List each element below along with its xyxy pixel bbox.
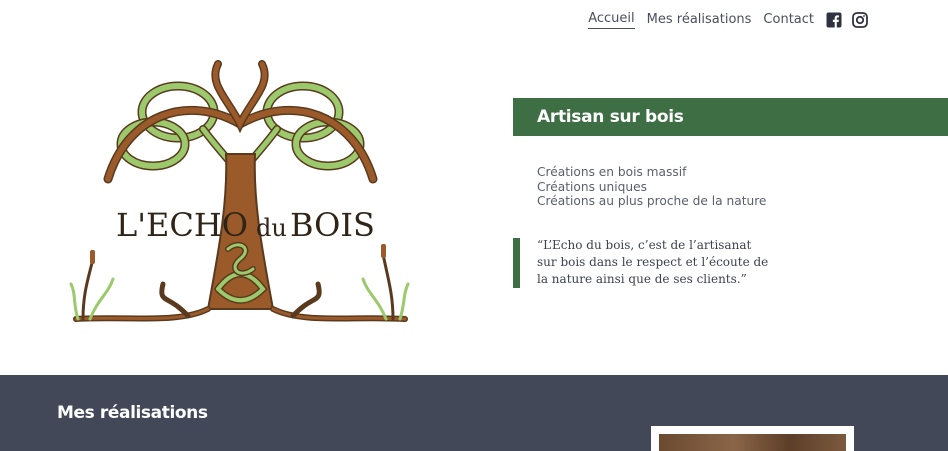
feature-item: Créations en bois massif bbox=[537, 165, 687, 179]
nav-item-accueil[interactable]: Accueil bbox=[588, 10, 635, 29]
echo-du-bois-logo: L'ECHO du BOIS bbox=[68, 54, 413, 329]
quote-text: “L’Echo du bois, c’est de l’artisanat su… bbox=[537, 238, 769, 286]
social-links bbox=[826, 11, 868, 28]
nav-item-realisations[interactable]: Mes réalisations bbox=[647, 11, 752, 29]
feature-item: Créations au plus proche de la nature bbox=[537, 194, 767, 208]
feature-item: Créations uniques bbox=[537, 179, 647, 194]
facebook-icon[interactable] bbox=[826, 12, 842, 28]
gallery-card[interactable] bbox=[651, 426, 854, 451]
hero-quote: “L’Echo du bois, c’est de l’artisanat su… bbox=[513, 238, 773, 288]
logo-text-du: du bbox=[256, 214, 287, 242]
gallery-title: Mes réalisations bbox=[57, 403, 208, 423]
gallery-photo bbox=[659, 434, 846, 451]
feature-list: Créations en bois massif Créations uniqu… bbox=[537, 165, 766, 209]
main-nav: Accueil Mes réalisations Contact bbox=[588, 10, 868, 29]
hero-banner: Artisan sur bois bbox=[513, 98, 948, 136]
logo-text-bois: BOIS bbox=[290, 206, 375, 244]
instagram-icon[interactable] bbox=[852, 11, 868, 28]
logo-text-echo: L'ECHO bbox=[116, 206, 248, 244]
gallery-section: Mes réalisations bbox=[0, 375, 948, 451]
hero-title: Artisan sur bois bbox=[537, 107, 684, 127]
nav-item-contact[interactable]: Contact bbox=[763, 11, 814, 29]
